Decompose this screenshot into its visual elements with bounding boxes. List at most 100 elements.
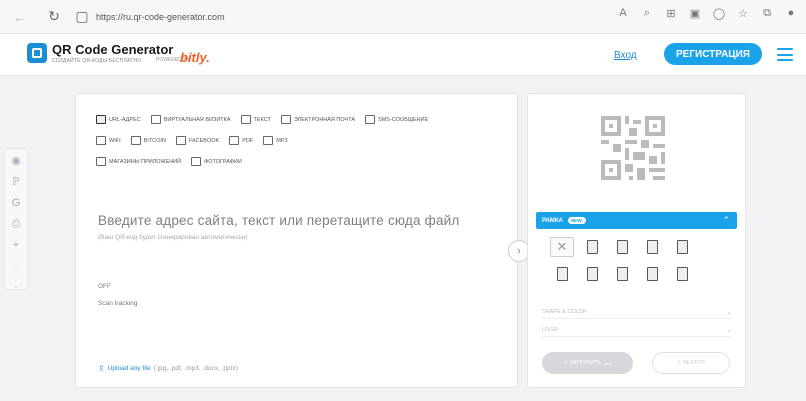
collections-icon[interactable]: ⧉ bbox=[760, 7, 774, 20]
type-sms[interactable]: SMS-СООБЩЕНИЕ bbox=[365, 115, 428, 124]
vcard-icon bbox=[150, 115, 161, 124]
frame-style-icon bbox=[616, 267, 628, 281]
bitly-logo[interactable]: bitly. bbox=[180, 50, 210, 65]
address-bar[interactable]: https://ru.qr-code-generator.com bbox=[96, 12, 225, 22]
type-app-stores[interactable]: МАГАЗИНЫ ПРИЛОЖЕНИЙ bbox=[96, 157, 181, 166]
frame-style-icon bbox=[586, 240, 598, 254]
favorite-star-icon[interactable]: ☆ bbox=[736, 7, 750, 20]
chevron-down-icon: ⌄ bbox=[726, 308, 732, 316]
frame-style-icon bbox=[616, 240, 628, 254]
wallet-icon[interactable]: ▣ bbox=[688, 7, 702, 20]
pinterest-icon[interactable]: ℙ bbox=[12, 176, 20, 188]
type-facebook[interactable]: FACEBOOK bbox=[175, 136, 219, 145]
logo-label: LOGO bbox=[542, 326, 558, 333]
frame-style-icon bbox=[676, 240, 688, 254]
browser-toolbar: ← ↻ ▢ https://ru.qr-code-generator.com A… bbox=[0, 0, 806, 34]
upload-icon: ⇪ bbox=[98, 364, 105, 373]
url-input-hint: (Ваш QR-код будет сгенерирован автоматич… bbox=[98, 234, 248, 241]
photo-icon bbox=[191, 157, 202, 166]
site-subtitle: СОЗДАЙТЕ QR-КОДЫ БЕСПЛАТНО bbox=[52, 58, 142, 64]
logo-section[interactable]: LOGO ⌄ bbox=[542, 323, 732, 337]
chevron-down-icon: ⌄ bbox=[726, 326, 732, 334]
frame-none-option[interactable]: ✕ bbox=[550, 237, 574, 257]
frame-option[interactable] bbox=[640, 264, 664, 284]
register-button[interactable]: РЕГИСТРАЦИЯ bbox=[664, 43, 762, 65]
chevron-up-icon: ⌃ bbox=[722, 215, 730, 225]
pdf-icon bbox=[229, 136, 240, 145]
site-title[interactable]: QR Code Generator bbox=[52, 42, 173, 57]
frame-option[interactable] bbox=[550, 264, 574, 284]
qr-code-preview bbox=[601, 116, 665, 180]
type-text[interactable]: ТЕКСТ bbox=[240, 115, 271, 124]
add-share-icon[interactable]: + bbox=[13, 239, 19, 251]
app-store-icon bbox=[96, 157, 106, 166]
bitcoin-icon bbox=[130, 136, 141, 145]
refresh-icon[interactable]: ↻ bbox=[44, 7, 64, 27]
back-arrow-icon[interactable]: ← bbox=[10, 7, 30, 27]
shape-color-label: SHAPE & COLOR bbox=[542, 308, 587, 315]
shape-color-section[interactable]: SHAPE & COLOR ⌄ bbox=[542, 305, 732, 319]
vector-label: ВЕКТОР bbox=[683, 360, 705, 366]
qr-input-panel: URL-АДРЕС ВИРТУАЛЬНАЯ ВИЗИТКА ТЕКСТ ЭЛЕК… bbox=[75, 93, 518, 388]
type-photos[interactable]: ФОТОГРАФИИ bbox=[191, 157, 242, 166]
hamburger-menu-icon[interactable] bbox=[777, 48, 793, 61]
scan-tracking-label: Scan tracking bbox=[98, 300, 138, 307]
url-input-placeholder[interactable]: Введите адрес сайта, текст или перетащит… bbox=[98, 213, 460, 228]
qr-type-row: WIFI BITCOIN FACEBOOK PDF MP3 bbox=[96, 133, 506, 148]
scan-tracking-toggle[interactable]: OFF bbox=[98, 283, 111, 290]
upload-file-area[interactable]: ⇪ Upload any file (.jpg, .pdf, .mp3, .do… bbox=[98, 364, 238, 373]
print-icon[interactable]: ⎙ bbox=[12, 218, 21, 230]
frame-option[interactable] bbox=[670, 264, 694, 284]
type-vcard[interactable]: ВИРТУАЛЬНАЯ ВИЗИТКА bbox=[150, 115, 231, 124]
frame-option[interactable] bbox=[580, 237, 604, 257]
type-bitcoin[interactable]: BITCOIN bbox=[130, 136, 166, 145]
qr-type-selector: URL-АДРЕС ВИРТУАЛЬНАЯ ВИЗИТКА ТЕКСТ ЭЛЕК… bbox=[96, 112, 506, 175]
facebook-icon bbox=[175, 136, 186, 145]
read-aloud-icon[interactable]: A bbox=[616, 7, 630, 20]
qr-type-row: URL-АДРЕС ВИРТУАЛЬНАЯ ВИЗИТКА ТЕКСТ ЭЛЕК… bbox=[96, 112, 506, 127]
email-icon bbox=[280, 115, 291, 124]
frame-option[interactable] bbox=[580, 264, 604, 284]
frame-style-icon bbox=[586, 267, 598, 281]
login-link[interactable]: Вход bbox=[614, 50, 637, 61]
profile-icon[interactable]: ● bbox=[784, 7, 798, 20]
frame-option[interactable] bbox=[670, 237, 694, 257]
frame-style-icon bbox=[646, 240, 658, 254]
wifi-icon bbox=[96, 136, 106, 145]
download-label: ЗАГРУЗИТЬ bbox=[569, 360, 601, 366]
messenger-icon[interactable]: ◉ bbox=[11, 155, 21, 167]
qr-logo-icon[interactable] bbox=[27, 43, 47, 63]
qr-preview-panel: РАМКА NEW! ⌃ ✕ SHAPE & COLOR ⌄ LOGO ⌄ ⇩ … bbox=[527, 93, 746, 388]
new-badge: NEW! bbox=[567, 217, 586, 224]
frame-title: РАМКА bbox=[542, 217, 563, 224]
no-frame-icon: ✕ bbox=[556, 239, 568, 254]
circle-icon[interactable]: ◯ bbox=[712, 7, 726, 20]
type-email[interactable]: ЭЛЕКТРОННАЯ ПОЧТА bbox=[280, 115, 355, 124]
zoom-icon[interactable]: ⌕ bbox=[640, 7, 654, 20]
frame-section-header[interactable]: РАМКА NEW! ⌃ bbox=[536, 212, 737, 229]
download-button[interactable]: ⇩ ЗАГРУЗИТЬ JPG bbox=[542, 352, 633, 374]
vector-button[interactable]: ⇩ ВЕКТОР bbox=[652, 352, 730, 374]
frame-style-icon bbox=[556, 267, 568, 281]
share-label-icon: ··· bbox=[13, 263, 19, 269]
frame-style-icon bbox=[646, 267, 658, 281]
type-mp3[interactable]: MP3 bbox=[263, 136, 288, 145]
frame-option[interactable] bbox=[610, 237, 634, 257]
upload-file-link[interactable]: Upload any file bbox=[108, 365, 151, 372]
type-pdf[interactable]: PDF bbox=[229, 136, 253, 145]
share-count-icon: · bbox=[14, 281, 18, 293]
frame-style-icon bbox=[676, 267, 688, 281]
google-icon[interactable]: G bbox=[12, 197, 21, 209]
type-url[interactable]: URL-АДРЕС bbox=[96, 115, 141, 124]
type-wifi[interactable]: WIFI bbox=[96, 136, 121, 145]
text-icon bbox=[240, 115, 251, 124]
qr-type-row: МАГАЗИНЫ ПРИЛОЖЕНИЙ ФОТОГРАФИИ bbox=[96, 154, 506, 169]
site-header: QR Code Generator СОЗДАЙТЕ QR-КОДЫ БЕСПЛ… bbox=[0, 34, 806, 76]
page-icon: ▢ bbox=[75, 8, 89, 24]
frame-option[interactable] bbox=[610, 264, 634, 284]
browser-extensions: A ⌕ ⊞ ▣ ◯ ☆ ⧉ ● bbox=[616, 7, 798, 20]
upload-file-types: (.jpg, .pdf, .mp3, .docx, .pptx) bbox=[153, 365, 238, 372]
sms-icon bbox=[365, 115, 376, 124]
extension-icon[interactable]: ⊞ bbox=[664, 7, 678, 20]
frame-option[interactable] bbox=[640, 237, 664, 257]
